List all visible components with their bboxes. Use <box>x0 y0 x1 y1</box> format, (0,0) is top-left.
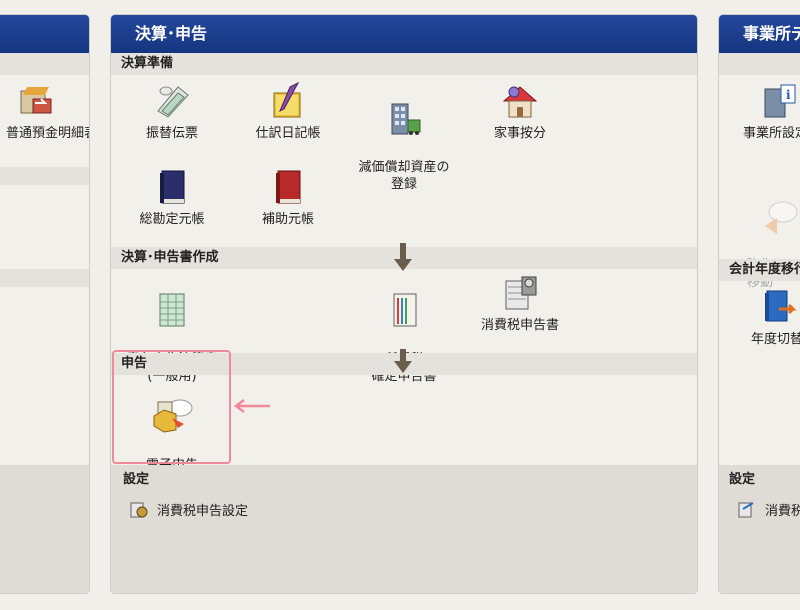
sub-ledger-item[interactable]: 補助元帳 <box>233 167 343 228</box>
spreadsheet-doc-icon <box>159 293 185 327</box>
e-filing-highlight-box <box>112 350 231 464</box>
general-ledger-label: 総勘定元帳 <box>139 212 205 227</box>
transfer-slip-label: 振替伝票 <box>145 126 198 141</box>
right-consumption-tax-link[interactable]: 消費税 <box>737 499 800 519</box>
transfer-slip-icon <box>157 86 189 118</box>
year-switch-label: 年度切替 <box>751 332 800 347</box>
depreciation-label: 減価償却資産の 登録 <box>358 160 450 192</box>
navy-book-icon <box>160 170 185 204</box>
sub-ledger-label: 補助元帳 <box>261 212 314 227</box>
year-switch-item[interactable]: 年度切替 <box>729 287 800 348</box>
journal-label: 仕訳日記帳 <box>255 126 321 141</box>
house-icon <box>502 86 538 118</box>
left-bottom-area <box>0 465 89 593</box>
depreciation-item[interactable]: 減価償却資産の 登録 <box>349 81 459 193</box>
cloud-move-icon <box>765 201 798 234</box>
left-panel: 普通預金明細表 <box>0 14 90 594</box>
household-allocation-item[interactable]: 家事按分 <box>465 81 575 142</box>
office-settings-item[interactable]: i 事業所設定 <box>729 81 800 142</box>
consumption-tax-settings-label: 消費税申告設定 <box>157 503 249 519</box>
right-settings-area: 設定 消費税 <box>719 465 800 593</box>
journal-icon <box>273 81 301 118</box>
right-section-settings: 設定 <box>729 472 756 487</box>
section-settings: 設定 <box>123 472 150 487</box>
household-allocation-label: 家事按分 <box>493 126 546 141</box>
left-section-bar-2 <box>0 167 89 185</box>
left-panel-header <box>0 15 89 53</box>
office-building-info-icon: i <box>764 84 796 118</box>
consumption-tax-return-item[interactable]: 消費税申告書 <box>465 273 575 334</box>
settlement-panel-title: 決算･申告 <box>111 15 697 53</box>
section-fiscal-year: 会計年度移行 <box>719 259 800 281</box>
right-tax-settings-icon <box>738 502 754 518</box>
office-data-panel: 事業所データ i 事業所設定 弥生ドライブ 移動 会計年度移行 年度切替 設定 <box>718 14 800 594</box>
section-prep: 決算準備 <box>111 53 697 75</box>
journal-item[interactable]: 仕訳日記帳 <box>233 81 343 142</box>
year-switch-book-icon <box>765 290 797 322</box>
pointer-arrow-icon <box>233 399 270 413</box>
red-book-icon <box>276 170 301 204</box>
bank-statement-icon <box>20 87 52 114</box>
tax-form-icon <box>393 293 417 327</box>
transfer-slip-item[interactable]: 振替伝票 <box>117 81 227 142</box>
tax-settings-icon <box>130 502 148 518</box>
office-settings-label: 事業所設定 <box>743 126 800 141</box>
left-section-bar <box>0 53 89 75</box>
calculator-doc-icon <box>505 276 537 310</box>
office-data-panel-title: 事業所データ <box>719 15 800 53</box>
right-consumption-tax-label: 消費税 <box>765 503 800 519</box>
bank-statement-item[interactable]: 普通預金明細表 <box>0 81 90 142</box>
consumption-tax-return-label: 消費税申告書 <box>480 318 559 333</box>
flow-down-arrow-1b <box>394 247 412 271</box>
settings-area: 設定 消費税申告設定 <box>111 465 697 593</box>
consumption-tax-settings-link[interactable]: 消費税申告設定 <box>129 499 248 519</box>
general-ledger-item[interactable]: 総勘定元帳 <box>117 167 227 228</box>
bank-statement-label: 普通預金明細表 <box>5 126 90 141</box>
flow-down-arrow-2 <box>394 349 412 373</box>
svg-text:i: i <box>786 88 791 102</box>
right-section-bar <box>719 53 800 75</box>
settlement-panel: 決算･申告 決算準備 振替伝票 仕訳日記帳 減価償却資産の 登録 家事按分 総勘… <box>110 14 698 594</box>
left-section-bar-3 <box>0 269 89 287</box>
depreciation-building-icon <box>391 103 421 135</box>
